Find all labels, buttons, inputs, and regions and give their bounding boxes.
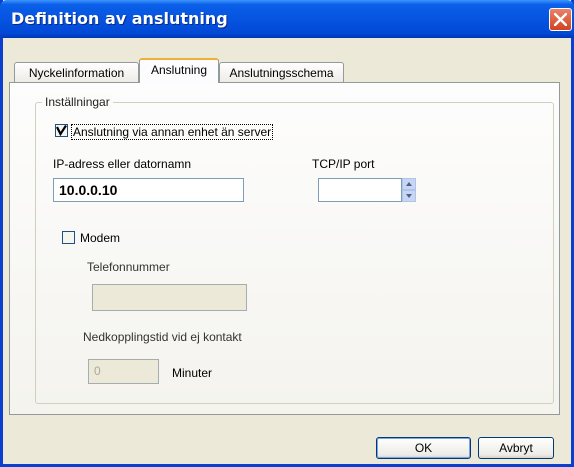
modem-label: Modem xyxy=(80,231,121,245)
modem-checkbox[interactable] xyxy=(62,231,75,244)
cancel-button-label: Avbryt xyxy=(499,441,533,455)
hangup-input[interactable]: 0 xyxy=(88,359,159,384)
ip-input[interactable]: 10.0.0.10 xyxy=(53,178,244,202)
port-up-button[interactable] xyxy=(402,178,416,190)
server-checkbox-label[interactable]: Anslutning via annan enhet än server xyxy=(71,124,274,140)
close-icon xyxy=(554,13,567,26)
tab-anslutning[interactable]: Anslutning xyxy=(139,58,219,83)
tab-nyckelinformation[interactable]: Nyckelinformation xyxy=(14,62,139,83)
tab-label: Anslutningsschema xyxy=(229,66,334,80)
ip-label: IP-adress eller datornamn xyxy=(53,157,192,171)
port-down-button[interactable] xyxy=(402,190,416,202)
arrow-down-icon xyxy=(406,194,412,198)
tcp-port-label: TCP/IP port xyxy=(312,157,375,171)
server-checkbox[interactable] xyxy=(55,124,68,137)
phone-input[interactable] xyxy=(92,284,247,311)
hangup-label: Nedkopplingstid vid ej kontakt xyxy=(83,330,242,344)
ok-button[interactable]: OK xyxy=(376,437,471,459)
ok-button-label: OK xyxy=(414,441,433,455)
checkmark-icon xyxy=(56,125,67,136)
arrow-up-icon xyxy=(406,182,412,186)
window-title: Definition av anslutning xyxy=(11,9,228,28)
title-bar[interactable]: Definition av anslutning xyxy=(0,0,574,38)
minutes-unit-label: Minuter xyxy=(172,366,213,380)
phone-label: Telefonnummer xyxy=(87,260,170,274)
tcp-port-input[interactable] xyxy=(318,178,402,202)
tab-label: Nyckelinformation xyxy=(28,66,125,80)
cancel-button[interactable]: Avbryt xyxy=(478,437,554,459)
close-button[interactable] xyxy=(549,8,572,31)
tab-label: Anslutning xyxy=(150,63,208,77)
settings-group-label: Inställningar xyxy=(42,95,113,109)
tab-anslutningsschema[interactable]: Anslutningsschema xyxy=(219,62,344,83)
